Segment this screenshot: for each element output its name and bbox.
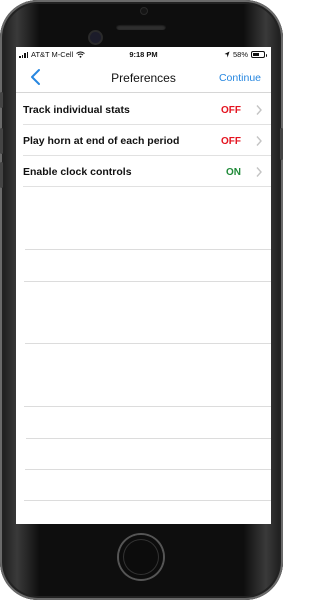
setting-row[interactable]: Track individual stats OFF [16, 94, 271, 125]
setting-status: OFF [221, 136, 241, 147]
home-button[interactable] [119, 535, 163, 579]
chevron-right-icon [256, 167, 262, 177]
battery-level [253, 53, 259, 56]
empty-row-divider [24, 500, 271, 501]
empty-row-divider [25, 343, 271, 344]
power-button [280, 128, 283, 160]
setting-row[interactable]: Play horn at end of each period OFF [16, 125, 271, 156]
empty-row-divider [24, 281, 271, 282]
battery-percent: 58% [232, 50, 248, 59]
battery-icon [251, 51, 267, 58]
setting-row[interactable]: Enable clock controls ON [16, 156, 271, 187]
setting-status: ON [226, 167, 241, 178]
app-screen: AT&T M-Cell 9:18 PM 58% Preferences Cont… [16, 47, 271, 524]
mute-switch [0, 92, 3, 108]
empty-row-divider [24, 406, 271, 407]
empty-row-divider [26, 438, 271, 439]
setting-status: OFF [221, 105, 241, 116]
setting-label: Track individual stats [23, 104, 130, 116]
proximity-sensor [141, 8, 147, 14]
continue-button[interactable]: Continue [219, 72, 261, 84]
phone-frame: AT&T M-Cell 9:18 PM 58% Preferences Cont… [0, 0, 283, 600]
front-camera [90, 32, 101, 43]
navigation-bar: Preferences Continue [16, 62, 271, 93]
chevron-right-icon [256, 136, 262, 146]
empty-row-divider [25, 249, 271, 250]
chevron-right-icon [256, 105, 262, 115]
setting-label: Play horn at end of each period [23, 135, 180, 147]
earpiece-speaker [116, 24, 166, 30]
empty-row-divider [25, 469, 271, 470]
location-icon [224, 51, 230, 58]
volume-down-button [0, 162, 3, 188]
status-bar: AT&T M-Cell 9:18 PM 58% [16, 47, 271, 62]
volume-up-button [0, 128, 3, 154]
setting-label: Enable clock controls [23, 166, 132, 178]
row-divider [23, 186, 271, 187]
